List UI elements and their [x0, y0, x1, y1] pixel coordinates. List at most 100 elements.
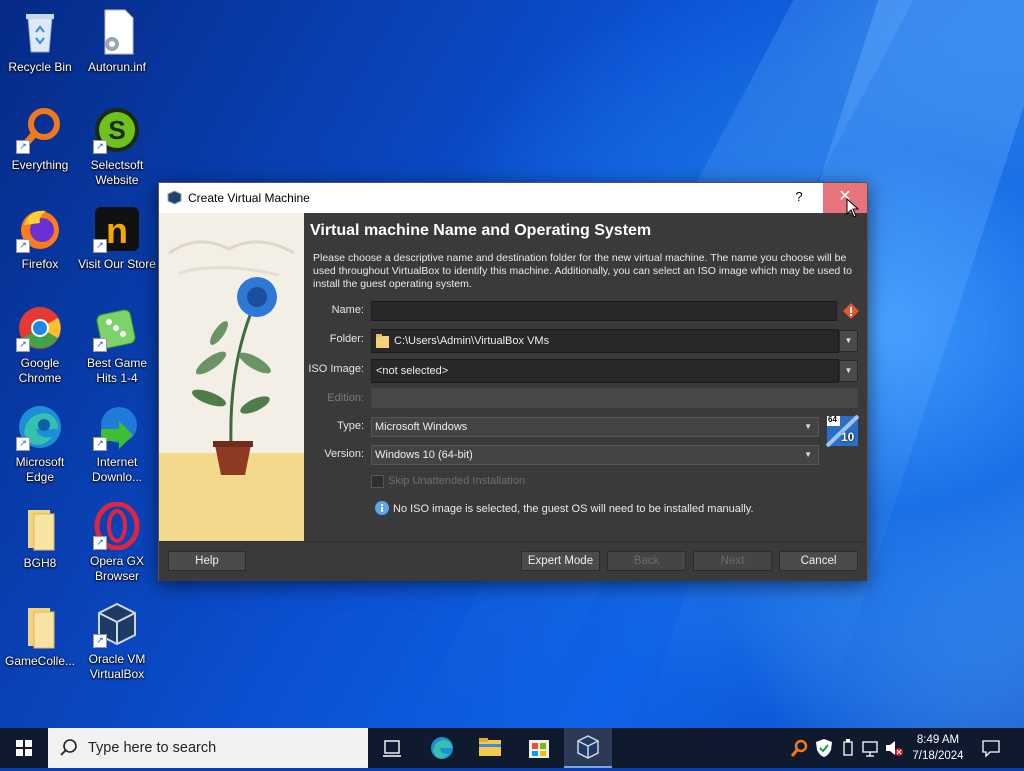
os-type-icon: 64 10: [825, 414, 860, 448]
folder-combo[interactable]: C:\Users\Admin\VirtualBox VMs: [371, 329, 839, 353]
desktop-icon-label: Everything: [11, 158, 69, 172]
desktop-icon-recycle-bin[interactable]: Recycle Bin: [0, 8, 80, 75]
shortcut-arrow-icon: ↗: [93, 140, 107, 154]
opera-gx-icon: ↗: [93, 501, 141, 551]
create-virtual-machine-dialog: Create Virtual Machine ? ✕ Virtual machi…: [158, 182, 868, 581]
desktop-icon-label: Selectsoft Website: [90, 158, 144, 187]
everything-tray-icon[interactable]: [789, 738, 809, 758]
skip-unattended-label: Skip Unattended Installation: [388, 475, 525, 487]
security-shield-icon[interactable]: [814, 738, 834, 758]
desktop-icon-opera-gx[interactable]: ↗ Opera GX Browser: [77, 501, 157, 584]
network-icon[interactable]: [861, 738, 881, 758]
desktop-icon-label: Best Game Hits 1-4: [86, 356, 148, 385]
mouse-cursor-icon: [846, 197, 860, 221]
desktop-icon-visit-our-store[interactable]: n ↗ Visit Our Store: [77, 205, 157, 272]
store-n-icon: n ↗: [93, 205, 141, 253]
desktop-icon-label: Google Chrome: [18, 356, 62, 385]
close-button[interactable]: ✕: [823, 183, 867, 213]
task-view-icon: [383, 740, 401, 757]
edge-icon: ↗: [16, 403, 64, 451]
everything-search-icon: ↗: [16, 106, 64, 154]
iso-image-label: ISO Image:: [308, 363, 364, 375]
shortcut-arrow-icon: ↗: [93, 338, 107, 352]
info-icon: [375, 501, 389, 518]
taskbar-virtualbox-active[interactable]: [564, 728, 612, 768]
shortcut-arrow-icon: ↗: [93, 536, 107, 550]
desktop-icon-autorun-inf[interactable]: Autorun.inf: [77, 8, 157, 75]
chrome-icon: ↗: [16, 304, 64, 352]
help-icon[interactable]: ?: [787, 189, 811, 204]
taskbar-file-explorer[interactable]: [466, 728, 514, 768]
settings-file-icon: [93, 8, 141, 56]
desktop-icon-label: Opera GX Browser: [89, 554, 145, 583]
iso-dropdown-button[interactable]: ▼: [839, 360, 858, 382]
notification-center-button[interactable]: [981, 738, 1001, 758]
dice-icon: ↗: [93, 304, 141, 352]
desktop-icon-internet-download-manager[interactable]: ↗ Internet Downlo...: [77, 403, 157, 485]
os-version-badge: 10: [841, 430, 855, 444]
shortcut-arrow-icon: ↗: [93, 634, 107, 648]
wizard-illustration: [159, 213, 304, 541]
help-button[interactable]: Help: [168, 551, 246, 571]
recycle-bin-icon: [16, 8, 64, 56]
dialog-titlebar[interactable]: Create Virtual Machine ? ✕: [159, 183, 867, 213]
edition-label: Edition:: [327, 392, 364, 404]
volume-muted-icon[interactable]: [884, 738, 904, 758]
desktop-icon-selectsoft-website[interactable]: S ↗ Selectsoft Website: [77, 106, 157, 188]
version-combo[interactable]: Windows 10 (64-bit) ▼: [371, 445, 819, 465]
desktop-icon-label: BGH8: [23, 556, 57, 570]
chevron-down-icon: ▼: [804, 422, 812, 431]
usb-device-icon[interactable]: [838, 738, 858, 758]
dialog-footer: Help Expert Mode Back Next Cancel: [159, 541, 867, 581]
download-manager-icon: ↗: [93, 403, 141, 451]
folder-dropdown-button[interactable]: ▼: [839, 330, 858, 352]
taskbar-clock[interactable]: 8:49 AM 7/18/2024: [904, 732, 972, 764]
desktop-icon-best-game-hits[interactable]: ↗ Best Game Hits 1-4: [77, 304, 157, 386]
desktop-icon-google-chrome[interactable]: ↗ Google Chrome: [0, 304, 80, 386]
back-button[interactable]: Back: [607, 551, 686, 571]
desktop-icon-label: GameColle...: [4, 654, 76, 668]
wizard-description: Please choose a descriptive name and des…: [313, 252, 852, 290]
desktop-icon-bgh8[interactable]: BGH8: [0, 504, 80, 571]
skip-unattended-checkbox: [371, 475, 384, 488]
edition-combo: [371, 388, 858, 408]
folder-icon: [376, 334, 389, 356]
taskbar-search-box[interactable]: Type here to search: [48, 728, 368, 768]
svg-text:n: n: [106, 210, 128, 251]
version-label: Version:: [324, 448, 364, 460]
type-combo[interactable]: Microsoft Windows ▼: [371, 417, 819, 437]
search-icon: [60, 739, 78, 760]
folder-icon: [16, 504, 64, 552]
clock-date: 7/18/2024: [912, 750, 964, 762]
iso-image-combo[interactable]: <not selected>: [371, 359, 839, 383]
desktop-icon-microsoft-edge[interactable]: ↗ Microsoft Edge: [0, 403, 80, 485]
task-view-button[interactable]: [368, 728, 416, 768]
desktop-icon-label: Firefox: [21, 257, 59, 271]
desktop-icon-oracle-vm-virtualbox[interactable]: ↗ Oracle VM VirtualBox: [77, 600, 157, 682]
shortcut-arrow-icon: ↗: [93, 437, 107, 451]
virtualbox-icon: [577, 735, 599, 759]
desktop-icon-firefox[interactable]: ↗ Firefox: [0, 205, 80, 272]
desktop-background: Recycle Bin ↗ Everything ↗ Firefox ↗ Goo…: [0, 0, 1024, 728]
name-input[interactable]: [371, 301, 837, 321]
windows-logo-icon: [16, 740, 32, 756]
next-button[interactable]: Next: [693, 551, 772, 571]
os-bitness-badge: 64: [828, 415, 837, 424]
notification-icon: [982, 740, 1000, 758]
desktop-icon-gamecollection[interactable]: GameColle...: [0, 602, 80, 669]
folder-icon: [16, 602, 64, 650]
svg-text:S: S: [108, 115, 125, 145]
file-explorer-icon: [479, 738, 501, 756]
search-placeholder: Type here to search: [88, 740, 217, 756]
desktop-icon-everything[interactable]: ↗ Everything: [0, 106, 80, 173]
taskbar-microsoft-store[interactable]: [515, 728, 563, 768]
start-button[interactable]: [0, 728, 48, 768]
type-label: Type:: [337, 420, 364, 432]
desktop-icon-label: Recycle Bin: [8, 60, 72, 74]
expert-mode-button[interactable]: Expert Mode: [521, 551, 600, 571]
taskbar-edge[interactable]: [418, 728, 466, 768]
cancel-button[interactable]: Cancel: [779, 551, 858, 571]
info-message: No ISO image is selected, the guest OS w…: [393, 503, 754, 515]
shortcut-arrow-icon: ↗: [16, 338, 30, 352]
chevron-down-icon: ▼: [804, 450, 812, 459]
